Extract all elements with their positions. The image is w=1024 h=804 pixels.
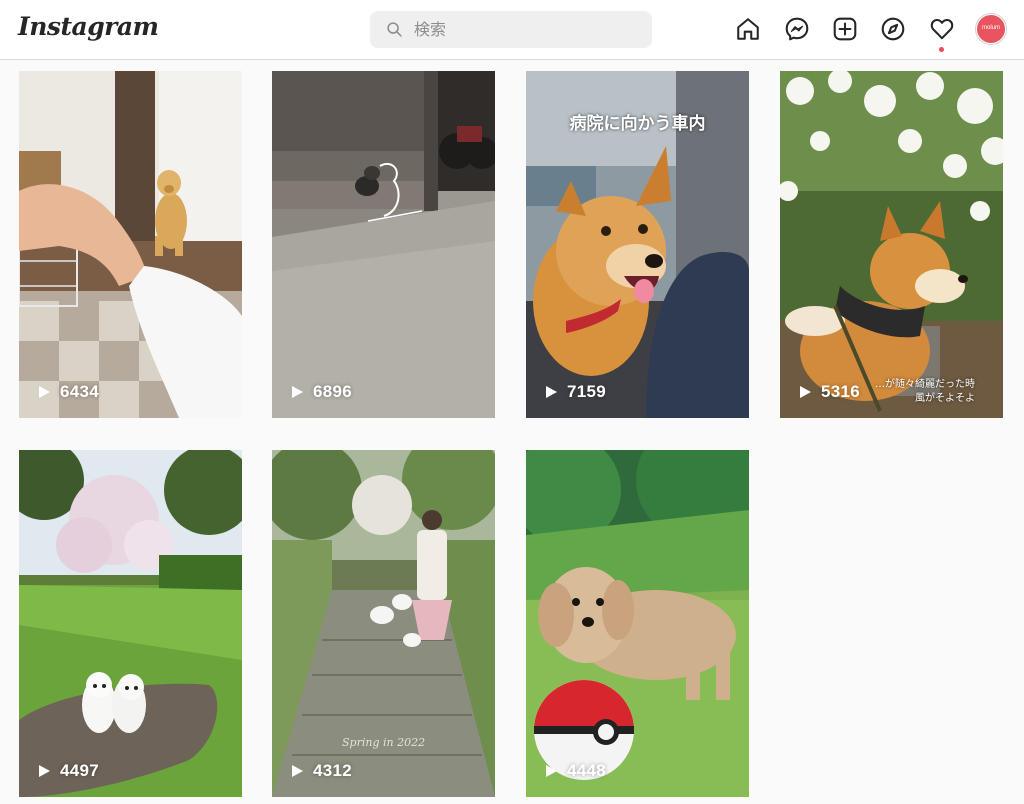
- reel-play-count: 4497: [37, 761, 99, 781]
- activity-heart-icon[interactable]: [929, 16, 955, 42]
- reel-overlay-text: 病院に向かう車内: [569, 114, 706, 134]
- reel-thumbnail[interactable]: …が随々綺麗だった時 風がそよそよ 5316: [780, 71, 1003, 418]
- reel-thumbnail[interactable]: 6896: [272, 71, 495, 418]
- top-nav-bar: Instagram molum: [0, 0, 1024, 60]
- caption-line: 風がそよそよ: [915, 393, 975, 404]
- view-count: 4312: [313, 761, 353, 780]
- reel-thumbnail[interactable]: 病院に向かう車内 7159: [526, 71, 749, 418]
- view-count: 4497: [60, 761, 100, 780]
- play-icon: [292, 765, 303, 777]
- view-count: 4448: [567, 761, 607, 780]
- reel-image: [19, 71, 242, 418]
- reel-thumbnail[interactable]: 6434: [19, 71, 242, 418]
- explore-icon[interactable]: [880, 16, 906, 42]
- play-icon: [546, 765, 557, 777]
- play-icon: [39, 765, 50, 777]
- play-icon: [800, 386, 811, 398]
- reel-thumbnail[interactable]: 4497: [19, 450, 242, 797]
- reel-image: [780, 71, 1003, 418]
- profile-avatar[interactable]: molum: [976, 14, 1006, 44]
- play-icon: [292, 386, 303, 398]
- search-icon: [387, 22, 402, 37]
- reel-play-count: 6896: [290, 382, 352, 402]
- home-icon[interactable]: [735, 16, 761, 42]
- view-count: 7159: [567, 382, 607, 401]
- reel-play-count: 6434: [37, 382, 99, 402]
- reel-caption-text: …が随々綺麗だった時 風がそよそよ: [875, 378, 975, 406]
- notification-dot: [939, 47, 944, 52]
- search-input[interactable]: [414, 11, 634, 48]
- reel-image: [19, 450, 242, 797]
- instagram-logo[interactable]: Instagram: [18, 12, 159, 41]
- view-count: 5316: [821, 382, 861, 401]
- reel-play-count: 7159: [544, 382, 606, 402]
- view-count: 6434: [60, 382, 100, 401]
- reel-image: [272, 71, 495, 418]
- avatar-label: molum: [981, 25, 1000, 31]
- caption-line: …が随々綺麗だった時: [875, 379, 975, 390]
- reel-watermark: Spring in 2022: [342, 736, 426, 749]
- messenger-icon[interactable]: [784, 16, 810, 42]
- reel-thumbnail[interactable]: Spring in 2022 4312: [272, 450, 495, 797]
- reel-play-count: 4448: [544, 761, 606, 781]
- reel-thumbnail[interactable]: 4448: [526, 450, 749, 797]
- reel-play-count: 4312: [290, 761, 352, 781]
- view-count: 6896: [313, 382, 353, 401]
- play-icon: [546, 386, 557, 398]
- search-box[interactable]: [370, 11, 652, 48]
- reel-play-count: 5316: [798, 382, 860, 402]
- reel-image: [526, 450, 749, 797]
- new-post-icon[interactable]: [832, 16, 858, 42]
- play-icon: [39, 386, 50, 398]
